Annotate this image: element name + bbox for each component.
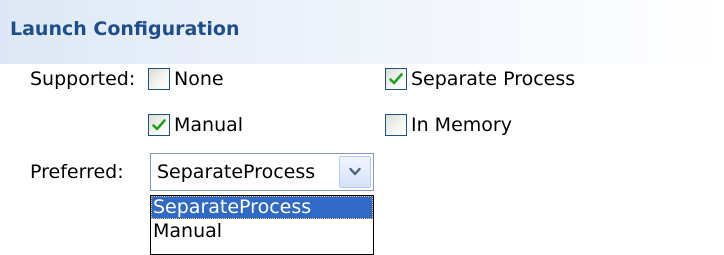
section-title: Launch Configuration	[10, 18, 240, 40]
supported-label: Supported:	[30, 68, 136, 90]
preferred-combo-value: SeparateProcess	[157, 161, 316, 183]
checkbox-in-memory-label[interactable]: In Memory	[411, 114, 512, 136]
preferred-label: Preferred:	[30, 161, 124, 183]
checkmark-icon	[152, 119, 166, 131]
checkbox-separate-process-label[interactable]: Separate Process	[411, 68, 575, 90]
checkmark-icon	[389, 73, 403, 85]
preferred-combo-button[interactable]	[339, 156, 371, 188]
dropdown-option-manual[interactable]: Manual	[151, 220, 373, 243]
checkbox-manual[interactable]	[148, 114, 170, 136]
chevron-down-icon	[349, 167, 361, 176]
checkbox-none-label[interactable]: None	[174, 68, 224, 90]
checkbox-none[interactable]	[148, 68, 170, 90]
section-header: Launch Configuration	[0, 0, 724, 64]
checkbox-separate-process[interactable]	[385, 68, 407, 90]
checkbox-in-memory[interactable]	[385, 114, 407, 136]
checkbox-manual-label[interactable]: Manual	[174, 114, 243, 136]
dropdown-option-separate-process[interactable]: SeparateProcess	[151, 196, 373, 219]
preferred-combo[interactable]: SeparateProcess	[150, 153, 374, 191]
preferred-dropdown-list[interactable]: SeparateProcess Manual	[150, 195, 374, 255]
